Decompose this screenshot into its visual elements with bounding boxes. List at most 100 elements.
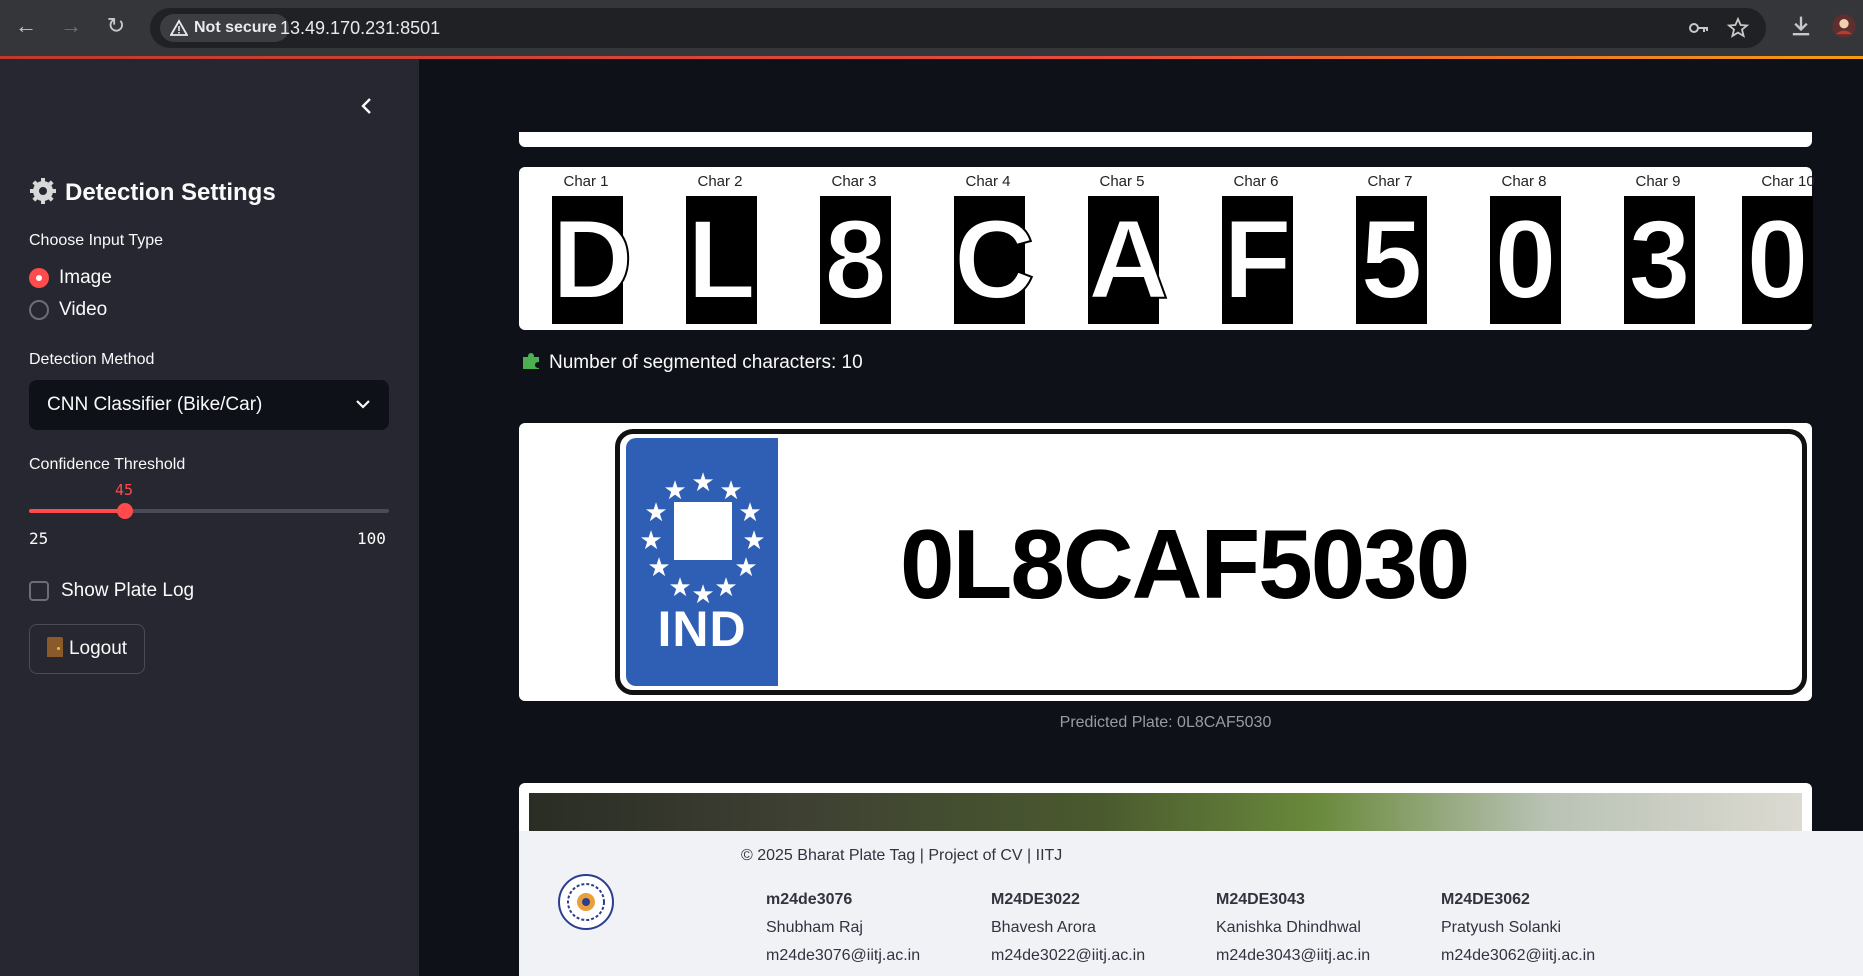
member-name: Kanishka Dhindhwal [1216, 919, 1361, 936]
char-image: D [551, 196, 634, 324]
segmented-count-text: Number of segmented characters: 10 [521, 351, 863, 374]
confidence-max: 100 [357, 529, 386, 548]
svg-text:★: ★ [691, 468, 714, 498]
member-id: m24de3076 [766, 891, 853, 908]
member-email[interactable]: m24de3022@iitj.ac.in [991, 942, 1145, 970]
show-plate-log-label: Show Plate Log [61, 580, 195, 601]
char-caption: Char 3 [831, 173, 877, 190]
radio-image[interactable]: Image [29, 265, 229, 291]
door-icon [46, 637, 63, 657]
show-plate-log-box[interactable] [29, 581, 49, 601]
member-id: M24DE3062 [1441, 891, 1530, 908]
previous-image-card [519, 132, 1812, 147]
char-image: F [1222, 196, 1293, 324]
detection-method-value: CNN Classifier (Bike/Car) [47, 394, 263, 415]
char-cell: Char 2 L [653, 167, 787, 330]
char-cell: Char 7 5 [1323, 167, 1457, 330]
download-icon[interactable] [1787, 12, 1815, 40]
sidebar-title-text: Detection Settings [65, 179, 276, 206]
char-cell: Char 3 8 [787, 167, 921, 330]
chevron-down-icon [356, 400, 370, 409]
detection-method-select[interactable]: CNN Classifier (Bike/Car) [29, 380, 389, 430]
char-caption: Char 10 [1761, 173, 1815, 190]
svg-text:★: ★ [663, 476, 686, 506]
reload-icon[interactable]: ↻ [100, 10, 132, 42]
radio-video-dot[interactable] [29, 300, 49, 320]
address-bar[interactable]: Not secure 13.49.170.231:8501 [150, 8, 1766, 48]
url-text[interactable]: 13.49.170.231:8501 [280, 8, 440, 48]
member-id: M24DE3022 [991, 891, 1080, 908]
collapse-sidebar-chevron-icon[interactable] [354, 93, 380, 119]
confidence-value: 45 [115, 481, 134, 499]
profile-avatar-icon[interactable] [1830, 12, 1858, 40]
confidence-slider-fill [29, 509, 125, 513]
warning-icon [170, 19, 188, 36]
char-caption: Char 9 [1635, 173, 1681, 190]
char-image: 0 [1490, 196, 1561, 324]
char-image: 0 [1742, 196, 1813, 324]
license-plate: ★ ★ ★ ★ ★ ★ ★ ★ ★ ★ ★ ★ IND 0L8CAF5030 [615, 429, 1807, 695]
confidence-label: Confidence Threshold [29, 456, 186, 473]
char-cell: Char 4 C [921, 167, 1055, 330]
team-member: M24DE3022 Bhavesh Arora m24de3022@iitj.a… [991, 886, 1145, 970]
member-email[interactable]: m24de3076@iitj.ac.in [766, 942, 920, 970]
member-id: M24DE3043 [1216, 891, 1305, 908]
char-cell: Char 8 0 [1457, 167, 1591, 330]
char-caption: Char 2 [697, 173, 743, 190]
detection-method-label: Detection Method [29, 351, 155, 368]
confidence-slider-thumb[interactable] [117, 503, 133, 519]
char-image: 5 [1356, 196, 1427, 324]
security-label: Not secure [194, 19, 277, 36]
char-image: A [1087, 196, 1170, 324]
back-arrow-icon[interactable]: ← [10, 10, 42, 42]
radio-image-dot[interactable] [29, 268, 49, 288]
char-image: C [953, 196, 1036, 324]
char-caption: Char 8 [1501, 173, 1547, 190]
gear-icon [30, 178, 56, 204]
team-member: M24DE3062 Pratyush Solanki m24de3062@iit… [1441, 886, 1595, 970]
member-name: Shubham Raj [766, 919, 863, 936]
sidebar-title: Detection Settings [29, 177, 276, 207]
footer: © 2025 Bharat Plate Tag | Project of CV … [519, 831, 1863, 976]
copyright-text: © 2025 Bharat Plate Tag | Project of CV … [741, 847, 1063, 864]
char-cell: Char 5 A [1055, 167, 1189, 330]
char-image: L [686, 196, 757, 324]
char-cell: Char 6 F [1189, 167, 1323, 330]
char-caption: Char 4 [965, 173, 1011, 190]
detected-plate-image: ★ ★ ★ ★ ★ ★ ★ ★ ★ ★ ★ ★ IND 0L8CAF5030 [519, 423, 1812, 701]
member-email[interactable]: m24de3062@iitj.ac.in [1441, 942, 1595, 970]
plate-number-text: 0L8CAF5030 [900, 509, 1470, 619]
team-member: m24de3076 Shubham Raj m24de3076@iitj.ac.… [766, 886, 920, 970]
char-cell: Char 1 D [519, 167, 653, 330]
char-caption: Char 6 [1233, 173, 1279, 190]
confidence-slider[interactable] [29, 503, 389, 519]
char-caption: Char 1 [563, 173, 609, 190]
key-icon[interactable] [1687, 16, 1711, 40]
bookmark-star-icon[interactable] [1726, 16, 1750, 40]
radio-video[interactable]: Video [29, 297, 229, 323]
radio-video-label: Video [59, 299, 108, 320]
sidebar: Detection Settings Choose Input Type Ima… [0, 59, 419, 976]
predicted-plate-caption: Predicted Plate: 0L8CAF5030 [1059, 714, 1272, 731]
member-email[interactable]: m24de3043@iitj.ac.in [1216, 942, 1370, 970]
security-indicator[interactable]: Not secure [160, 14, 289, 42]
member-name: Pratyush Solanki [1441, 919, 1562, 936]
puzzle-piece-icon [523, 353, 539, 369]
char-cell: Char 9 3 [1591, 167, 1725, 330]
iitj-logo-icon [558, 874, 614, 930]
confidence-min: 25 [29, 529, 49, 548]
forward-arrow-icon[interactable]: → [55, 10, 87, 42]
char-caption: Char 7 [1367, 173, 1413, 190]
member-name: Bhavesh Arora [991, 919, 1096, 936]
char-cell: Char 10 0 [1725, 167, 1815, 330]
segmented-characters-panel: Char 1D Char 2L Char 38 Char 4C Char 5A … [519, 167, 1815, 330]
team-member: M24DE3043 Kanishka Dhindhwal m24de3043@i… [1216, 886, 1370, 970]
char-caption: Char 5 [1099, 173, 1145, 190]
logout-button[interactable]: Logout [29, 624, 145, 674]
char-image: 3 [1624, 196, 1695, 324]
browser-toolbar: ← → ↻ Not secure 13.49.170.231:8501 [0, 0, 1863, 56]
segmented-count-label: Number of segmented characters: 10 [549, 352, 863, 373]
radio-image-label: Image [59, 267, 112, 288]
show-plate-log-checkbox[interactable]: Show Plate Log [29, 578, 249, 604]
logout-label: Logout [68, 638, 128, 659]
